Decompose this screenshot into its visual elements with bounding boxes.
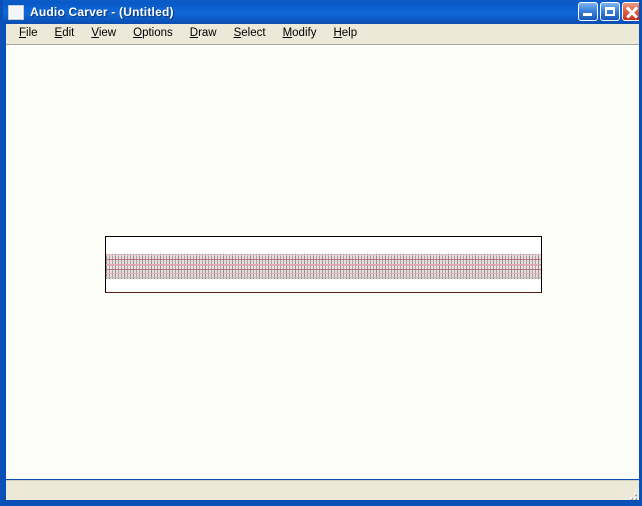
waveform-center-line [106,269,541,270]
menu-accel-draw: D [189,27,199,39]
menu-accel-options: O [133,27,143,39]
menu-label-draw: raw [198,27,217,39]
menu-accel-view: V [91,27,99,39]
menu-item-help[interactable]: Help [325,25,366,43]
menu-item-view[interactable]: View [83,25,125,43]
menu-item-modify[interactable]: Modify [275,25,326,43]
menu-label-edit: dit [62,27,75,39]
app-window-icon [8,4,24,20]
menu-label-modify: odify [292,27,317,39]
drawing-canvas[interactable] [6,45,639,479]
waveform-guide-line-1 [106,255,541,256]
waveform-guide-line-4 [106,273,541,274]
waveform-guide-line-5 [106,277,541,278]
minimize-icon [583,13,592,16]
resize-grip-icon[interactable] [626,485,639,499]
menu-bar: File Edit View Options Draw Select Modif… [6,24,639,45]
menu-item-draw[interactable]: Draw [182,25,226,43]
menu-label-options: ptions [142,27,173,39]
menu-accel-help: H [333,27,342,39]
menu-item-options[interactable]: Options [125,25,182,43]
menu-item-select[interactable]: Select [226,25,275,43]
waveform-guide-line-2 [106,259,541,260]
window-title: Audio Carver - (Untitled) [30,5,174,19]
application-window: Audio Carver - (Untitled) File Edit View… [0,0,642,506]
waveform-guide-line-3 [106,264,541,266]
menu-label-view: iew [98,27,117,39]
menu-label-file: ile [26,27,38,39]
menu-accel-file: F [19,27,27,39]
title-bar-buttons [578,2,639,21]
menu-label-select: elect [241,27,266,39]
title-bar[interactable]: Audio Carver - (Untitled) [3,0,639,24]
menu-item-file[interactable]: File [11,25,47,43]
menu-label-help: elp [341,27,358,39]
menu-item-edit[interactable]: Edit [47,25,84,43]
audio-waveform-object[interactable] [105,236,542,293]
maximize-icon [605,7,615,16]
status-bar [6,480,639,500]
close-button[interactable] [622,2,639,21]
minimize-button[interactable] [578,2,598,21]
menu-accel-modify: M [282,27,293,39]
maximize-button[interactable] [600,2,620,21]
waveform-selection-band[interactable] [106,254,541,279]
